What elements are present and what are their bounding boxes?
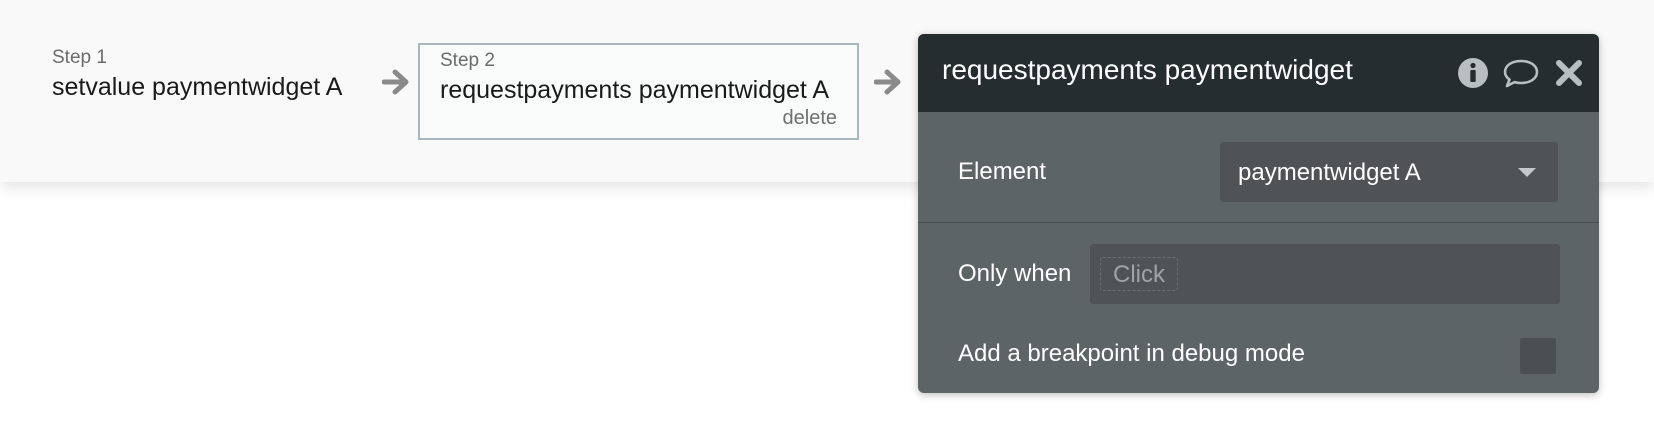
workflow-step-1[interactable]: Step 1 setvalue paymentwidget A (52, 46, 342, 104)
action-property-panel: requestpayments paymentwidget Element pa… (918, 34, 1599, 393)
panel-header: requestpayments paymentwidget (918, 34, 1599, 112)
info-icon[interactable] (1456, 56, 1490, 90)
element-field-label: Element (958, 158, 1047, 185)
step-action-name: requestpayments paymentwidget A (440, 76, 830, 104)
arrow-right-icon (382, 69, 409, 95)
delete-step-link[interactable]: delete (783, 107, 838, 130)
workflow-step-2[interactable]: Step 2 requestpayments paymentwidget A d… (418, 43, 859, 140)
only-when-label: Only when (958, 260, 1072, 287)
step-number-label: Step 1 (52, 47, 107, 68)
comment-icon[interactable] (1502, 56, 1540, 90)
breakpoint-label: Add a breakpoint in debug mode (958, 340, 1305, 367)
step-number-label: Step 2 (440, 50, 495, 71)
step-action-name: setvalue paymentwidget A (52, 73, 343, 101)
chevron-down-icon (1518, 168, 1536, 177)
only-when-condition-input[interactable]: Click (1090, 244, 1560, 304)
element-dropdown[interactable]: paymentwidget A (1220, 142, 1558, 202)
panel-title: requestpayments paymentwidget (942, 54, 1353, 85)
section-divider (918, 222, 1599, 223)
element-dropdown-value: paymentwidget A (1238, 159, 1421, 186)
condition-placeholder[interactable]: Click (1100, 257, 1178, 291)
arrow-right-icon (874, 69, 901, 95)
close-icon[interactable] (1552, 56, 1586, 90)
breakpoint-checkbox[interactable] (1520, 338, 1556, 374)
